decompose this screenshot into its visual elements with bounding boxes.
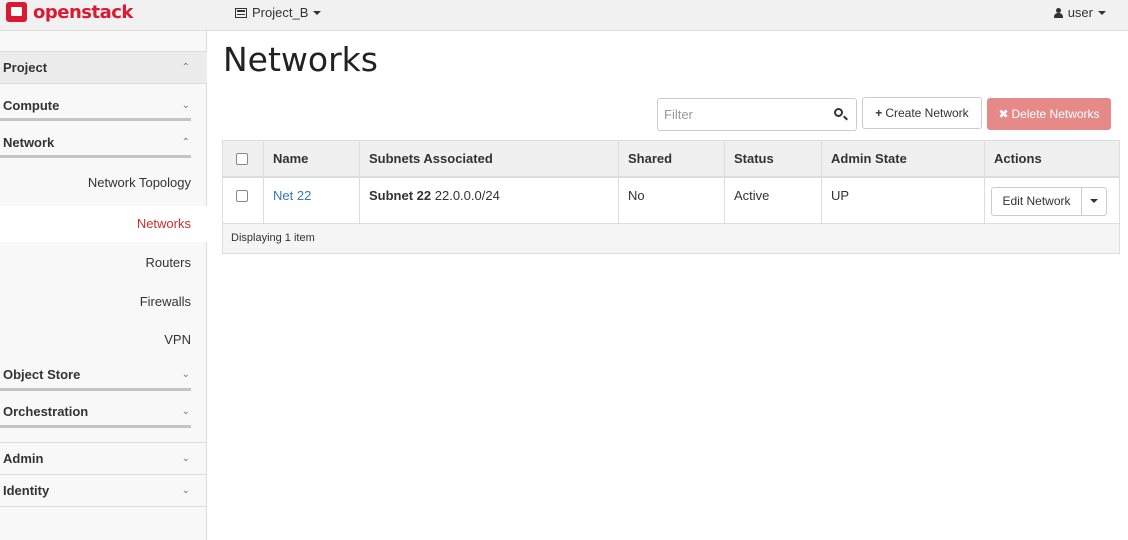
sidebar-category-admin[interactable]: Admin ⌄ (0, 443, 207, 474)
table-footer: Displaying 1 item (222, 223, 1120, 254)
sidebar-category-object-store[interactable]: Object Store ⌄ (0, 362, 207, 388)
select-all-checkbox[interactable] (236, 153, 248, 166)
project-name: Project_B (252, 5, 309, 20)
section-underline (0, 155, 191, 158)
chevron-up-icon: ⌃ (181, 62, 190, 73)
chevron-down-icon: ⌄ (181, 406, 190, 417)
section-underline (0, 425, 191, 428)
sidebar-category-network[interactable]: Network ⌃ (0, 130, 207, 156)
caret-down-icon (1098, 10, 1106, 15)
subnet-name: Subnet 22 (369, 187, 432, 203)
close-icon: ✖ (998, 107, 1009, 121)
column-header-shared[interactable]: Shared (618, 140, 725, 178)
divider (0, 506, 207, 507)
user-name: user (1067, 5, 1093, 20)
row-checkbox[interactable] (236, 190, 248, 203)
sidebar-item-networks[interactable]: Networks (0, 206, 207, 242)
sidebar-category-compute[interactable]: Compute ⌄ (0, 93, 207, 119)
chevron-down-icon: ⌄ (181, 100, 190, 111)
sidebar-category-project[interactable]: Project ⌃ (0, 52, 207, 83)
section-underline (0, 118, 191, 121)
divider (0, 83, 207, 84)
row-select-cell (222, 176, 264, 224)
cell-shared: No (618, 176, 725, 224)
category-label: Project (3, 60, 48, 75)
network-name-link[interactable]: Net 22 (273, 188, 311, 203)
chevron-down-icon: ⌄ (181, 485, 190, 496)
create-network-button[interactable]: + Create Network (862, 97, 982, 129)
search-button[interactable] (826, 99, 856, 130)
search-icon (834, 108, 843, 117)
project-switcher[interactable]: Project_B (235, 5, 322, 20)
column-header-subnets[interactable]: Subnets Associated (359, 140, 619, 178)
category-label: Object Store (3, 367, 81, 382)
sidebar-category-orchestration[interactable]: Orchestration ⌄ (0, 399, 207, 425)
button-label: Create Network (885, 106, 969, 120)
user-icon (1053, 7, 1063, 18)
select-all-cell (222, 140, 264, 178)
column-header-actions: Actions (984, 140, 1120, 178)
table-footer-row: Displaying 1 item (222, 223, 1120, 254)
column-header-admin-state[interactable]: Admin State (821, 140, 985, 178)
plus-icon: + (875, 106, 883, 120)
edit-network-button[interactable]: Edit Network (991, 186, 1082, 216)
sidebar-item-firewalls[interactable]: Firewalls (0, 290, 207, 314)
sidebar-item-vpn[interactable]: VPN (0, 328, 207, 352)
category-label: Network (3, 135, 55, 150)
cell-name: Net 22 (263, 176, 360, 224)
category-label: Identity (3, 483, 50, 498)
caret-down-icon (1090, 199, 1098, 203)
table-row: Net 22 Subnet 22 22.0.0.0/24 No Active U… (222, 176, 1120, 224)
cell-status: Active (724, 176, 822, 224)
cell-admin-state: UP (821, 176, 985, 224)
delete-networks-button[interactable]: ✖ Delete Networks (987, 98, 1111, 130)
top-navbar: openstack Project_B user (0, 0, 1128, 31)
chevron-down-icon: ⌄ (181, 369, 190, 380)
subnet-cidr: 22.0.0.0/24 (434, 187, 500, 203)
sidebar-category-identity[interactable]: Identity ⌄ (0, 475, 207, 506)
page-title: Networks (223, 40, 378, 79)
chevron-up-icon: ⌃ (181, 137, 190, 148)
sidebar: Project ⌃ Compute ⌄ Network ⌃ Network To… (0, 31, 207, 540)
openstack-logo-icon (6, 2, 27, 22)
list-icon (235, 7, 247, 18)
chevron-down-icon: ⌄ (181, 453, 190, 464)
button-label: Delete Networks (1011, 107, 1100, 121)
column-header-status[interactable]: Status (724, 140, 822, 178)
brand-name: openstack (33, 1, 133, 23)
row-actions-group: Edit Network (991, 186, 1107, 216)
cell-actions: Edit Network (984, 176, 1120, 224)
category-label: Compute (3, 98, 60, 113)
section-underline (0, 388, 191, 391)
user-menu[interactable]: user (1053, 5, 1106, 20)
sidebar-item-network-topology[interactable]: Network Topology (0, 171, 207, 195)
table-header-row: Name Subnets Associated Shared Status Ad… (222, 140, 1120, 178)
cell-subnets: Subnet 22 22.0.0.0/24 (359, 176, 619, 224)
category-label: Orchestration (3, 404, 89, 419)
column-header-name[interactable]: Name (263, 140, 360, 178)
sidebar-item-routers[interactable]: Routers (0, 251, 207, 275)
caret-down-icon (313, 10, 322, 15)
category-label: Admin (3, 451, 44, 466)
filter-input[interactable] (658, 99, 823, 130)
search-icon-handle (843, 115, 848, 121)
networks-table: Name Subnets Associated Shared Status Ad… (222, 140, 1120, 254)
openstack-logo[interactable]: openstack (6, 1, 133, 23)
actions-dropdown-toggle[interactable] (1082, 186, 1107, 216)
filter-box (657, 98, 857, 131)
